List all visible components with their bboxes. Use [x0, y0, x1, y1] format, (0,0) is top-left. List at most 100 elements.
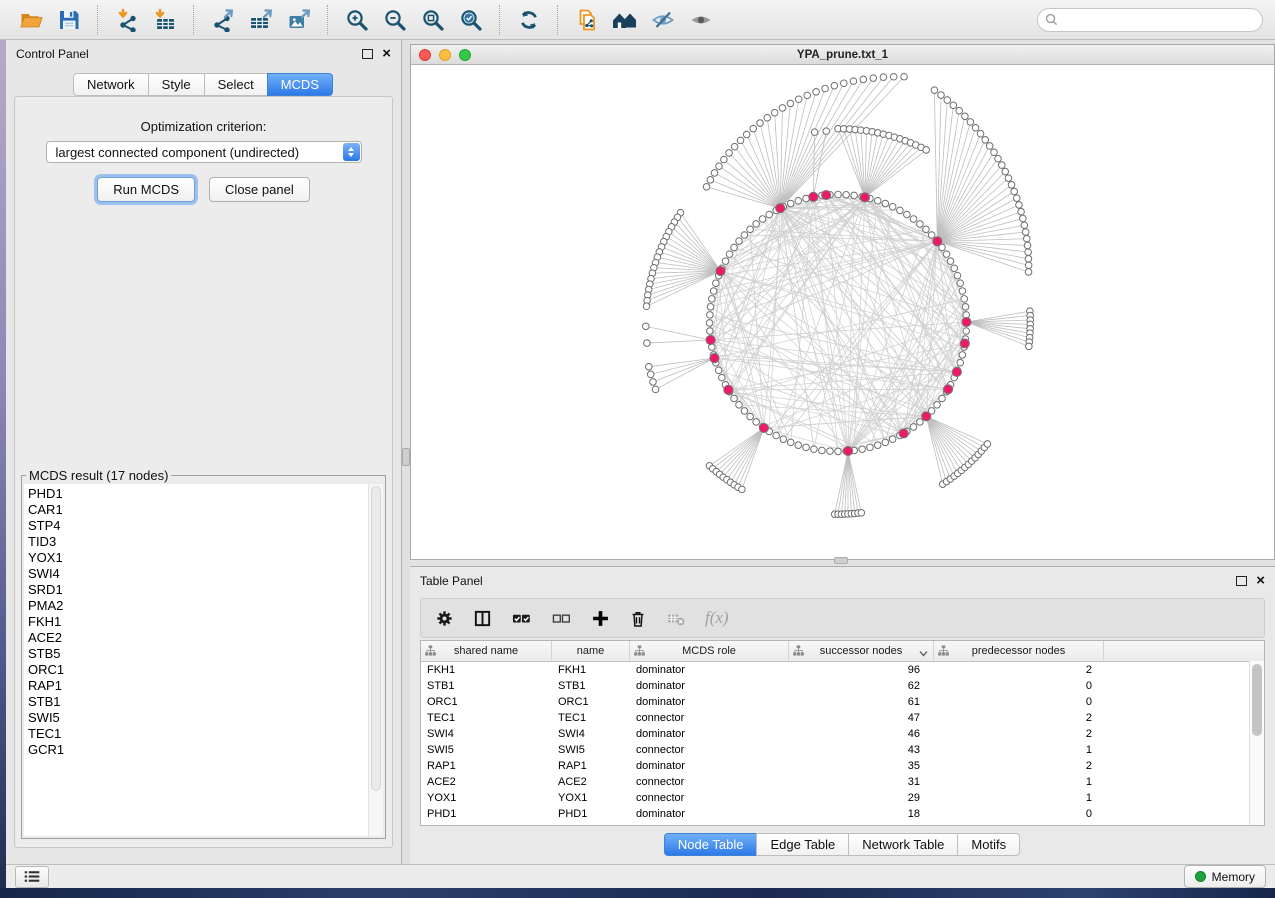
- table-row[interactable]: YOX1YOX1connector291: [421, 790, 1264, 806]
- zoom-in-icon[interactable]: [341, 4, 373, 36]
- result-item[interactable]: YOX1: [28, 550, 368, 566]
- import-network-icon[interactable]: [111, 4, 143, 36]
- zoom-out-icon[interactable]: [379, 4, 411, 36]
- table-cell: PHD1: [421, 808, 552, 820]
- export-table-icon[interactable]: [245, 4, 277, 36]
- tab-motifs[interactable]: Motifs: [957, 833, 1020, 856]
- table-row[interactable]: SWI5SWI5connector431: [421, 742, 1264, 758]
- result-item[interactable]: TEC1: [28, 726, 368, 742]
- table-cell: 1: [934, 792, 1104, 804]
- result-item[interactable]: GCR1: [28, 742, 368, 758]
- table-row[interactable]: PHD1PHD1dominator180: [421, 806, 1264, 822]
- tab-mcds[interactable]: MCDS: [267, 73, 333, 96]
- table-cell: YOX1: [421, 792, 552, 804]
- deselect-all-icon[interactable]: [551, 609, 572, 628]
- table-row[interactable]: SWI4SWI4dominator462: [421, 726, 1264, 742]
- close-panel-button[interactable]: Close panel: [209, 177, 310, 202]
- column-header-predecessor-nodes[interactable]: predecessor nodes: [934, 641, 1104, 661]
- float-table-panel-icon[interactable]: [1236, 576, 1247, 586]
- toolbar-separator: [499, 5, 501, 35]
- eye-icon[interactable]: [685, 4, 717, 36]
- run-mcds-button[interactable]: Run MCDS: [97, 177, 195, 202]
- table-cell: ACE2: [552, 776, 630, 788]
- search-input[interactable]: [1037, 8, 1263, 32]
- import-table-icon[interactable]: [149, 4, 181, 36]
- attribute-type-icon: [793, 645, 804, 659]
- control-panel: Control Panel × NetworkStyleSelectMCDS O…: [6, 40, 402, 864]
- float-panel-icon[interactable]: [362, 49, 373, 59]
- table-row[interactable]: ACE2ACE2connector311: [421, 774, 1264, 790]
- result-item[interactable]: STB5: [28, 646, 368, 662]
- table-scrollbar[interactable]: [1249, 661, 1264, 825]
- table-cell: connector: [630, 712, 789, 724]
- zoom-fit-icon[interactable]: [417, 4, 449, 36]
- table-cell: 47: [789, 712, 934, 724]
- result-item[interactable]: STB1: [28, 694, 368, 710]
- table-row[interactable]: ORC1ORC1dominator610: [421, 694, 1264, 710]
- tab-network-table[interactable]: Network Table: [848, 833, 958, 856]
- column-header-mcds-role[interactable]: MCDS role: [630, 641, 789, 661]
- memory-button[interactable]: Memory: [1184, 865, 1266, 888]
- tab-style[interactable]: Style: [148, 73, 205, 96]
- result-item[interactable]: CAR1: [28, 502, 368, 518]
- vertical-splitter[interactable]: [402, 40, 410, 864]
- result-item[interactable]: SWI5: [28, 710, 368, 726]
- result-item[interactable]: RAP1: [28, 678, 368, 694]
- refresh-icon[interactable]: [513, 4, 545, 36]
- table-row[interactable]: FKH1FKH1dominator962: [421, 662, 1264, 678]
- duplicate-network-icon[interactable]: [571, 4, 603, 36]
- table-row[interactable]: STB1STB1dominator620: [421, 678, 1264, 694]
- result-item[interactable]: TID3: [28, 534, 368, 550]
- desktop-wallpaper-bottom: [0, 888, 1275, 898]
- toolbar-separator: [193, 5, 195, 35]
- result-item[interactable]: STP4: [28, 518, 368, 534]
- table-row[interactable]: TEC1TEC1connector472: [421, 710, 1264, 726]
- add-column-icon[interactable]: [591, 609, 610, 628]
- table-row[interactable]: RAP1RAP1dominator352: [421, 758, 1264, 774]
- result-item[interactable]: ACE2: [28, 630, 368, 646]
- network-window-titlebar: YPA_prune.txt_1: [411, 45, 1274, 65]
- control-panel-tabs: NetworkStyleSelectMCDS: [6, 73, 401, 96]
- task-history-button[interactable]: [15, 866, 49, 888]
- tab-edge-table[interactable]: Edge Table: [756, 833, 849, 856]
- result-item[interactable]: SWI4: [28, 566, 368, 582]
- column-header-name[interactable]: name: [552, 641, 630, 661]
- close-panel-icon[interactable]: ×: [382, 49, 391, 59]
- network-canvas[interactable]: [411, 64, 1274, 559]
- table-cell: 1: [934, 744, 1104, 756]
- zoom-selected-icon[interactable]: [455, 4, 487, 36]
- table-cell: 96: [789, 664, 934, 676]
- table-cell: 31: [789, 776, 934, 788]
- column-header-successor-nodes[interactable]: successor nodes: [789, 641, 934, 661]
- column-header-shared-name[interactable]: shared name: [421, 641, 552, 661]
- horizontal-splitter-handle[interactable]: [834, 557, 848, 564]
- table-cell: 61: [789, 696, 934, 708]
- tab-select[interactable]: Select: [204, 73, 268, 96]
- close-table-panel-icon[interactable]: ×: [1256, 576, 1265, 586]
- result-item[interactable]: PHD1: [28, 486, 368, 502]
- result-item[interactable]: FKH1: [28, 614, 368, 630]
- column-header-filler[interactable]: [1104, 641, 1264, 661]
- select-all-icon[interactable]: [511, 609, 532, 628]
- mcds-tab-pane: Optimization criterion: largest connecte…: [14, 96, 393, 848]
- result-list-scrollbar[interactable]: [368, 484, 383, 836]
- settings-gear-icon[interactable]: [435, 609, 454, 628]
- export-network-icon[interactable]: [207, 4, 239, 36]
- table-cell: 0: [934, 680, 1104, 692]
- column-layout-icon[interactable]: [473, 609, 492, 628]
- table-cell: SWI5: [421, 744, 552, 756]
- status-bar: Memory: [6, 864, 1275, 888]
- eye-slash-icon[interactable]: [647, 4, 679, 36]
- vertical-splitter-handle[interactable]: [402, 448, 410, 466]
- result-item[interactable]: SRD1: [28, 582, 368, 598]
- criterion-select[interactable]: largest connected component (undirected): [46, 141, 362, 163]
- save-icon[interactable]: [53, 4, 85, 36]
- open-icon[interactable]: [15, 4, 47, 36]
- result-item[interactable]: PMA2: [28, 598, 368, 614]
- export-image-icon[interactable]: [283, 4, 315, 36]
- result-item[interactable]: ORC1: [28, 662, 368, 678]
- tab-network[interactable]: Network: [73, 73, 149, 96]
- homes-icon[interactable]: [609, 4, 641, 36]
- delete-column-icon[interactable]: [629, 609, 647, 628]
- tab-node-table[interactable]: Node Table: [664, 833, 758, 856]
